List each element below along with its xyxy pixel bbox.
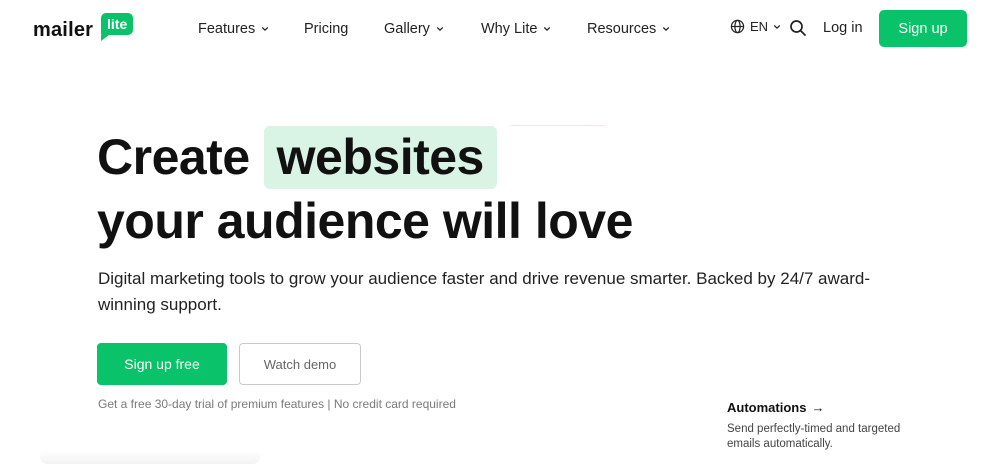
nav-item-gallery[interactable]: Gallery — [384, 19, 444, 39]
trial-note: Get a free 30-day trial of premium featu… — [98, 397, 456, 411]
language-label: EN — [750, 19, 769, 34]
nav-item-features[interactable]: Features — [198, 19, 269, 39]
login-link[interactable]: Log in — [823, 20, 863, 36]
search-icon[interactable] — [789, 19, 807, 37]
hero-title-prefix: Create — [97, 129, 250, 185]
chevron-down-icon — [544, 27, 551, 31]
logo-wordmark: mailer — [33, 19, 94, 41]
mailerlite-logo[interactable]: mailer lite — [33, 13, 143, 43]
watch-demo-button[interactable]: Watch demo — [239, 343, 361, 385]
nav-item-resources[interactable]: Resources — [587, 19, 670, 39]
feature-description: Send perfectly-timed and targeted emails… — [727, 423, 901, 450]
chevron-down-icon — [774, 24, 781, 29]
feature-card-automations[interactable]: Automations → Send perfectly-timed and t… — [727, 400, 927, 452]
chevron-down-icon — [663, 27, 670, 31]
chevron-down-icon — [262, 27, 269, 31]
feature-title: Automations — [727, 400, 807, 415]
hero-title-highlight-box: websites — [263, 125, 497, 189]
hero-subtitle: Digital marketing tools to grow your aud… — [98, 269, 871, 314]
globe-icon — [730, 19, 745, 34]
site-header: mailer lite Features Pricing Gallery Why… — [0, 0, 1000, 58]
bottom-shadow — [40, 450, 260, 464]
nav-item-label: Why Lite — [481, 21, 538, 37]
feature-title-row: Automations → — [727, 400, 927, 415]
nav-item-label: Pricing — [304, 21, 349, 37]
nav-item-label: Gallery — [384, 21, 430, 37]
nav-item-why-lite[interactable]: Why Lite — [481, 19, 551, 39]
signup-free-button[interactable]: Sign up free — [97, 343, 227, 385]
hero-title-line1: Create websites — [97, 125, 497, 189]
decorative-line — [510, 125, 605, 126]
signup-button[interactable]: Sign up — [879, 10, 967, 47]
chevron-down-icon — [436, 27, 443, 31]
nav-item-label: Resources — [587, 21, 657, 37]
arrow-right-icon: → — [811, 400, 825, 415]
hero-title-highlight: websites — [276, 129, 485, 185]
nav-item-label: Features — [198, 21, 256, 37]
language-selector[interactable]: EN — [730, 19, 781, 34]
logo-badge: lite — [101, 13, 134, 41]
hero-title-line2: your audience will love — [97, 193, 633, 249]
nav-item-pricing[interactable]: Pricing — [304, 19, 348, 39]
